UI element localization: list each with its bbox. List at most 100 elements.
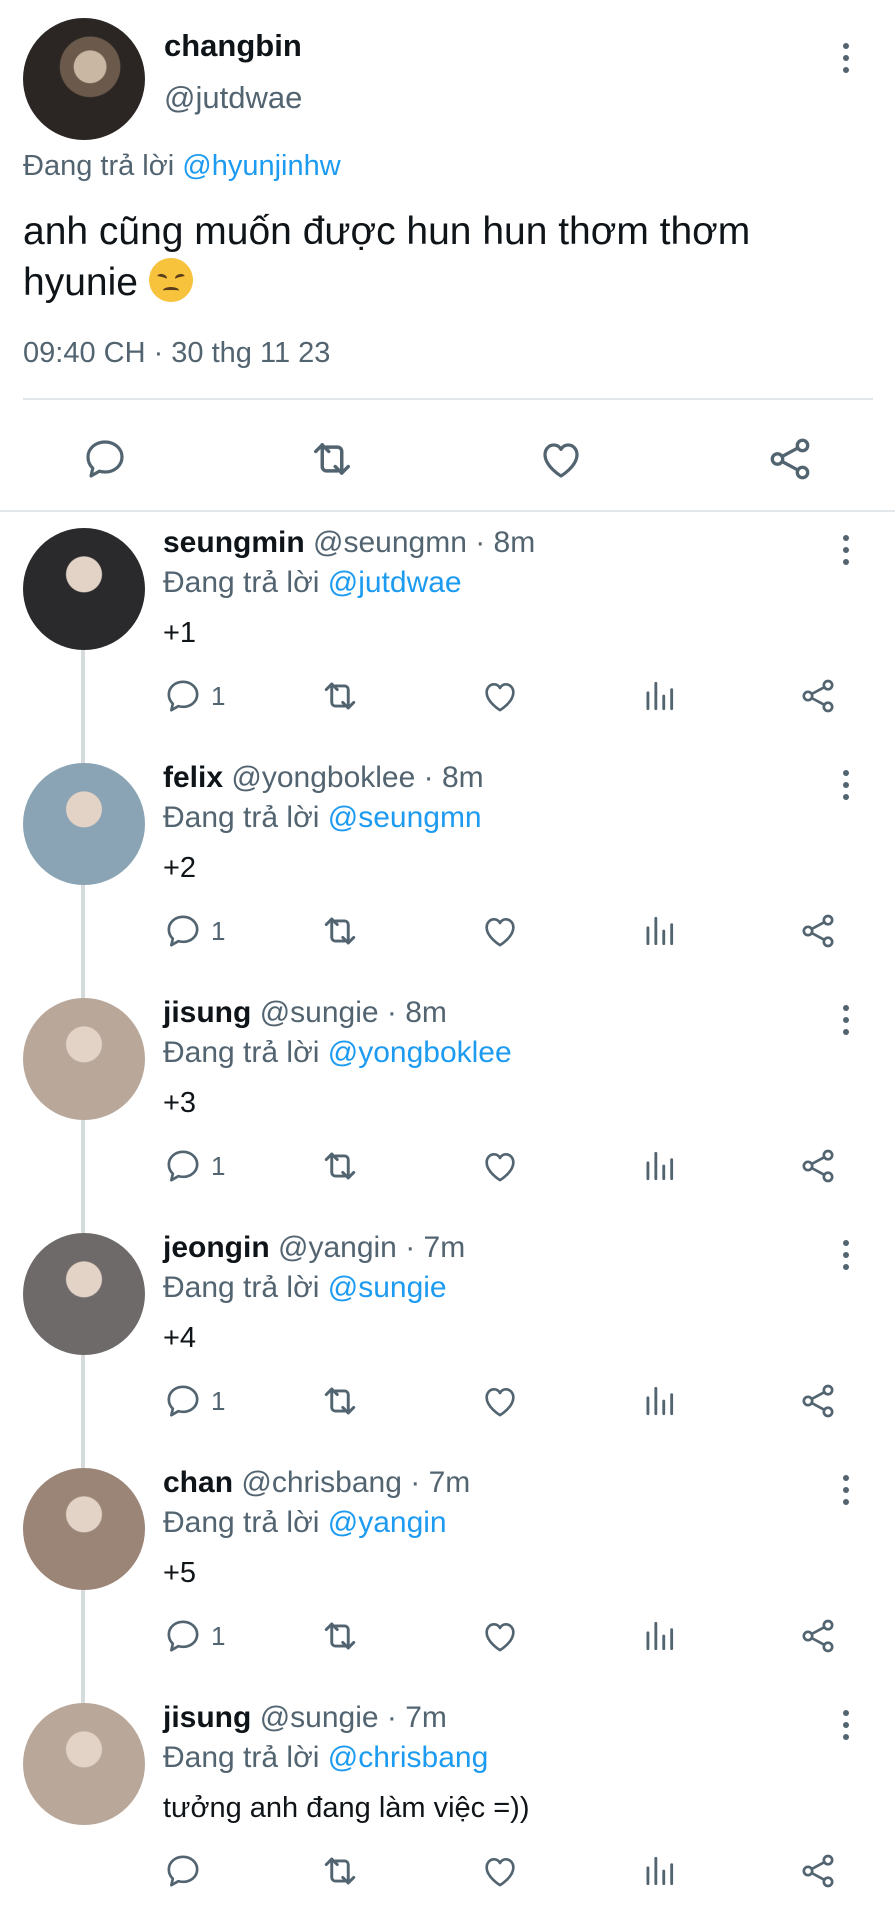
reply-item[interactable]: jisung @sungie · 8m Đang trả lời @yongbo… bbox=[0, 982, 895, 1217]
views-icon bbox=[646, 1856, 674, 1886]
avatar[interactable] bbox=[23, 1468, 145, 1590]
retweet-button[interactable] bbox=[318, 1614, 362, 1658]
share-button[interactable] bbox=[798, 1614, 838, 1658]
retweet-button[interactable] bbox=[318, 674, 362, 718]
reply-item[interactable]: jeongin @yangin · 7m Đang trả lời @sungi… bbox=[0, 1217, 895, 1452]
reply-action-bar: 1 bbox=[0, 1144, 895, 1194]
reply-button[interactable]: 1 bbox=[163, 1379, 225, 1423]
views-button[interactable] bbox=[640, 1144, 678, 1188]
reply-item[interactable]: chan @chrisbang · 7m Đang trả lời @yangi… bbox=[0, 1452, 895, 1687]
avatar[interactable] bbox=[23, 1703, 145, 1825]
mention-link[interactable]: @seungmn bbox=[328, 801, 482, 834]
reply-button[interactable] bbox=[78, 432, 132, 486]
views-icon bbox=[646, 1621, 674, 1651]
author-name[interactable]: felix bbox=[163, 761, 223, 794]
share-button[interactable] bbox=[763, 432, 817, 486]
reply-item[interactable]: jisung @sungie · 7m Đang trả lời @chrisb… bbox=[0, 1687, 895, 1920]
more-options-icon[interactable] bbox=[836, 1470, 856, 1510]
mention-link[interactable]: @jutdwae bbox=[328, 566, 462, 599]
reply-header: seungmin @seungmn · 8m bbox=[163, 526, 535, 560]
reply-button[interactable]: 1 bbox=[163, 674, 225, 718]
like-icon bbox=[485, 1388, 515, 1417]
reply-text: +3 bbox=[163, 1087, 197, 1119]
share-button[interactable] bbox=[798, 674, 838, 718]
retweet-button[interactable] bbox=[318, 1379, 362, 1423]
replying-prefix: Đang trả lời bbox=[163, 1271, 320, 1304]
like-button[interactable] bbox=[480, 909, 520, 953]
more-options-icon[interactable] bbox=[836, 1705, 856, 1745]
more-options-icon[interactable] bbox=[836, 1000, 856, 1040]
reply-item[interactable]: felix @yongboklee · 8m Đang trả lời @seu… bbox=[0, 747, 895, 982]
reply-icon bbox=[167, 1150, 199, 1182]
retweet-button[interactable] bbox=[318, 1849, 362, 1893]
author-name[interactable]: jeongin bbox=[163, 1231, 270, 1264]
reply-button[interactable]: 1 bbox=[163, 1614, 225, 1658]
share-button[interactable] bbox=[798, 1144, 838, 1188]
like-button[interactable] bbox=[480, 674, 520, 718]
share-icon bbox=[802, 1384, 834, 1418]
retweet-icon bbox=[324, 1387, 356, 1415]
author-name[interactable]: changbin bbox=[164, 28, 302, 64]
like-button[interactable] bbox=[480, 1614, 520, 1658]
replying-prefix: Đang trả lời bbox=[163, 1741, 320, 1774]
reply-icon bbox=[167, 915, 199, 947]
mention-link[interactable]: @yongboklee bbox=[328, 1036, 512, 1069]
reply-icon bbox=[167, 1855, 199, 1887]
mention-link[interactable]: @sungie bbox=[328, 1271, 447, 1304]
views-icon bbox=[646, 1151, 674, 1181]
share-button[interactable] bbox=[798, 1379, 838, 1423]
author-name[interactable]: chan bbox=[163, 1466, 233, 1499]
avatar[interactable] bbox=[23, 528, 145, 650]
views-button[interactable] bbox=[640, 1614, 678, 1658]
retweet-icon bbox=[324, 917, 356, 945]
replying-prefix: Đang trả lời bbox=[163, 801, 320, 834]
author-name[interactable]: seungmin bbox=[163, 526, 305, 559]
like-button[interactable] bbox=[480, 1144, 520, 1188]
more-options-icon[interactable] bbox=[836, 530, 856, 570]
avatar[interactable] bbox=[23, 18, 145, 140]
handle-and-time: @yongboklee · 8m bbox=[231, 761, 484, 794]
views-button[interactable] bbox=[640, 674, 678, 718]
like-button[interactable] bbox=[480, 1379, 520, 1423]
avatar[interactable] bbox=[23, 1233, 145, 1355]
avatar[interactable] bbox=[23, 763, 145, 885]
retweet-button[interactable] bbox=[318, 909, 362, 953]
mention-link[interactable]: @chrisbang bbox=[328, 1741, 489, 1774]
views-button[interactable] bbox=[640, 1849, 678, 1893]
retweet-button[interactable] bbox=[318, 1144, 362, 1188]
share-button[interactable] bbox=[798, 1849, 838, 1893]
retweet-icon bbox=[314, 443, 350, 475]
avatar[interactable] bbox=[23, 998, 145, 1120]
views-icon bbox=[646, 1386, 674, 1416]
reply-button[interactable] bbox=[163, 1849, 211, 1893]
more-options-icon[interactable] bbox=[836, 1235, 856, 1275]
reply-header: jisung @sungie · 7m bbox=[163, 1701, 447, 1735]
more-options-icon[interactable] bbox=[836, 765, 856, 805]
reply-button[interactable]: 1 bbox=[163, 909, 225, 953]
reply-count: 1 bbox=[211, 680, 226, 711]
mention-link[interactable]: @yangin bbox=[328, 1506, 447, 1539]
like-button[interactable] bbox=[534, 432, 588, 486]
author-name[interactable]: jisung bbox=[163, 996, 251, 1029]
reply-icon bbox=[86, 440, 124, 478]
views-button[interactable] bbox=[640, 909, 678, 953]
timestamp[interactable]: 09:40 CH · 30 thg 11 23 bbox=[23, 337, 330, 370]
reply-header: jisung @sungie · 8m bbox=[163, 996, 447, 1030]
like-button[interactable] bbox=[480, 1849, 520, 1893]
replying-prefix: Đang trả lời bbox=[163, 566, 320, 599]
share-button[interactable] bbox=[798, 909, 838, 953]
mention-link[interactable]: @hyunjinhw bbox=[182, 150, 340, 182]
share-icon bbox=[802, 679, 834, 713]
reply-count: 1 bbox=[211, 915, 226, 946]
views-button[interactable] bbox=[640, 1379, 678, 1423]
author-name[interactable]: jisung bbox=[163, 1701, 251, 1734]
reply-text: +1 bbox=[163, 617, 197, 649]
author-handle[interactable]: @jutdwae bbox=[164, 80, 302, 116]
more-options-icon[interactable] bbox=[836, 38, 856, 78]
retweet-button[interactable] bbox=[305, 432, 359, 486]
replying-to: Đang trả lời @sungie bbox=[163, 1271, 447, 1305]
main-tweet: changbin @jutdwae Đang trả lời @hyunjinh… bbox=[0, 0, 895, 512]
reply-item[interactable]: seungmin @seungmn · 8m Đang trả lời @jut… bbox=[0, 512, 895, 747]
reply-button[interactable]: 1 bbox=[163, 1144, 225, 1188]
share-icon bbox=[802, 914, 834, 948]
